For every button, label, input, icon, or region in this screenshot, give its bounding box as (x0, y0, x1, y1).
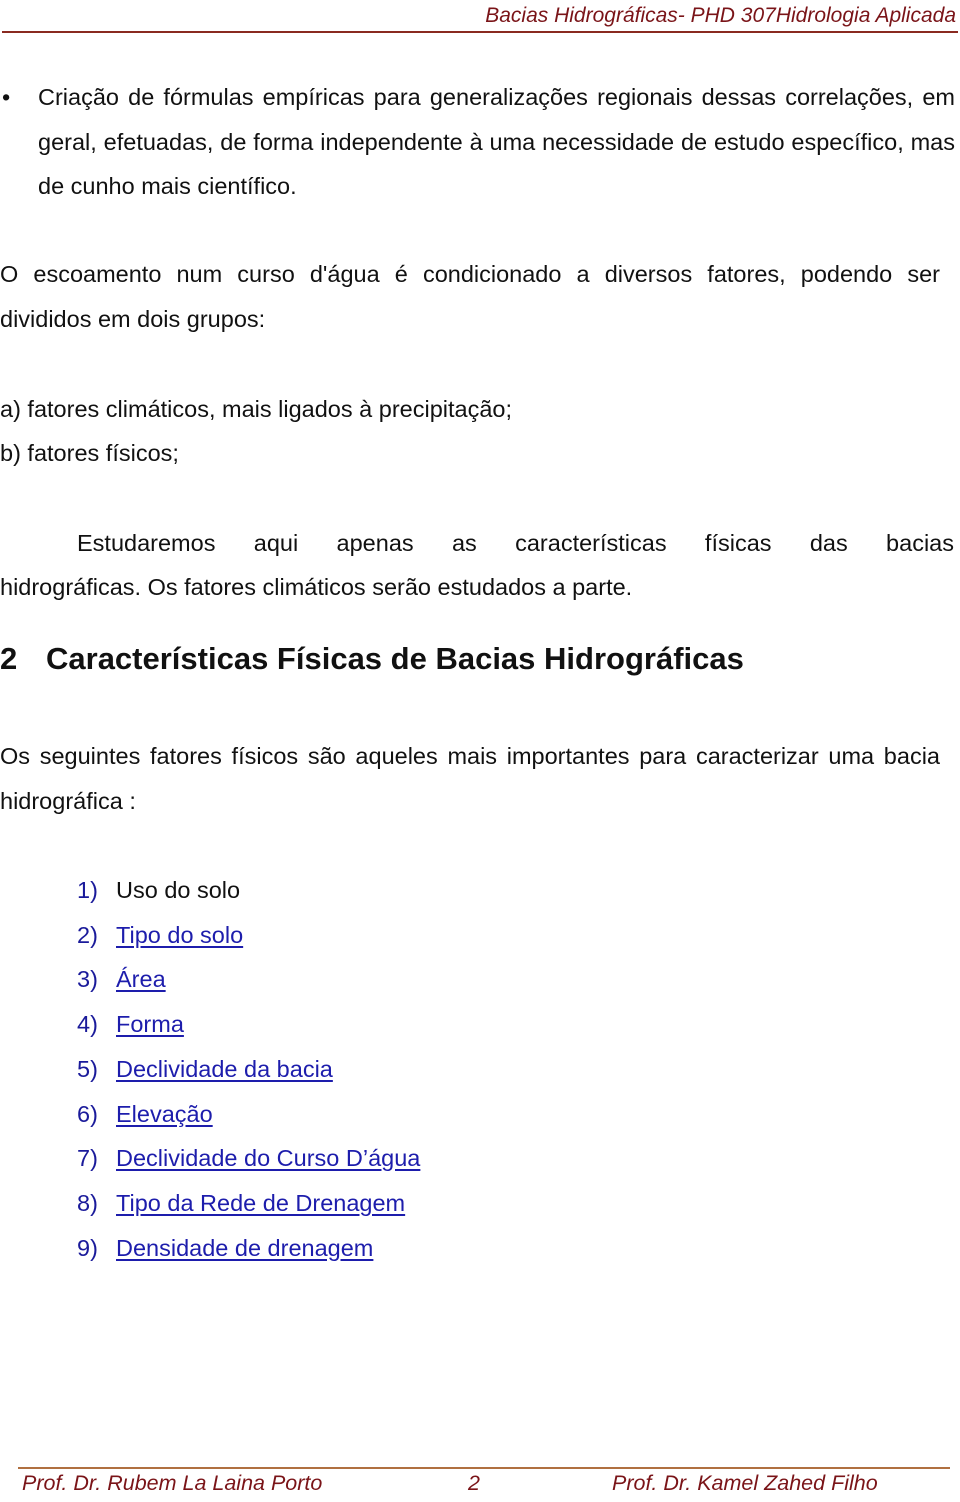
list-item[interactable]: 7) Declividade do Curso D’água (77, 1136, 420, 1181)
list-item[interactable]: 4) Forma (77, 1002, 420, 1047)
paragraph-estudaremos-line1: Estudaremos aqui apenas as característic… (77, 530, 954, 556)
footer-author-left: Prof. Dr. Rubem La Laina Porto (22, 1471, 323, 1495)
footer-author-right: Prof. Dr. Kamel Zahed Filho (612, 1471, 878, 1495)
list-number: 5) (77, 1055, 98, 1082)
link-tipo-do-solo[interactable]: Tipo do solo (116, 913, 243, 958)
list-item[interactable]: 3) Área (77, 957, 420, 1002)
link-elevacao[interactable]: Elevação (116, 1092, 213, 1137)
paragraph-estudaremos-line2: hidrográficas. Os fatores climáticos ser… (0, 574, 633, 600)
section-title: Características Físicas de Bacias Hidrog… (46, 641, 744, 676)
list-item[interactable]: 6) Elevação (77, 1092, 420, 1137)
link-forma[interactable]: Forma (116, 1002, 184, 1047)
bullet-icon: • (2, 84, 11, 110)
page-number: 2 (468, 1471, 480, 1495)
factor-a: a) fatores climáticos, mais ligados à pr… (0, 396, 512, 422)
list-item: 1) Uso do solo (77, 868, 420, 913)
list-item[interactable]: 9) Densidade de drenagem (77, 1226, 420, 1271)
list-number: 7) (77, 1145, 98, 1172)
list-number: 9) (77, 1234, 98, 1261)
link-declividade-do-curso-dagua[interactable]: Declividade do Curso D’água (116, 1136, 420, 1181)
factor-b: b) fatores físicos; (0, 440, 179, 466)
list-item[interactable]: 5) Declividade da bacia (77, 1047, 420, 1092)
header-divider (2, 31, 958, 33)
factors-list: 1) Uso do solo 2) Tipo do solo 3) Área 4… (77, 868, 420, 1270)
link-declividade-da-bacia[interactable]: Declividade da bacia (116, 1047, 333, 1092)
list-number: 6) (77, 1100, 98, 1127)
section-number: 2 (0, 641, 18, 676)
bullet-text: Criação de fórmulas empíricas para gener… (38, 84, 955, 199)
list-item[interactable]: 8) Tipo da Rede de Drenagem (77, 1181, 420, 1226)
paragraph-seguintes: Os seguintes fatores físicos são aqueles… (0, 743, 940, 814)
footer-divider (18, 1467, 950, 1469)
list-number: 8) (77, 1189, 98, 1216)
link-area[interactable]: Área (116, 957, 166, 1002)
paragraph-escoamento: O escoamento num curso d'água é condicio… (0, 261, 940, 332)
link-densidade-de-drenagem[interactable]: Densidade de drenagem (116, 1226, 373, 1271)
link-tipo-da-rede-de-drenagem[interactable]: Tipo da Rede de Drenagem (116, 1181, 405, 1226)
list-number: 4) (77, 1011, 98, 1038)
list-item[interactable]: 2) Tipo do solo (77, 913, 420, 958)
section-heading: 2 Características Físicas de Bacias Hidro… (0, 641, 744, 677)
list-number: 3) (77, 966, 98, 993)
list-label-uso-do-solo: Uso do solo (116, 877, 241, 903)
header-title: Bacias Hidrográficas- PHD 307Hidrologia … (485, 4, 956, 27)
list-number: 1) (77, 877, 98, 903)
list-number: 2) (77, 921, 98, 948)
